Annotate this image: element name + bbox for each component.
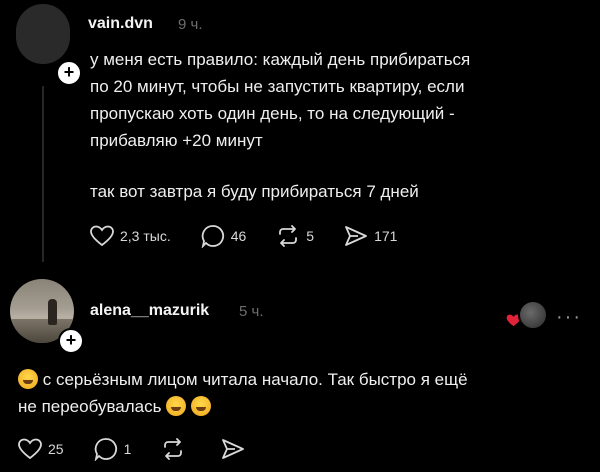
comment-count: 1 [123, 441, 132, 457]
post-text-line: по 20 минут, чтобы не запустить квартиру… [90, 77, 465, 96]
heart-icon [18, 438, 42, 460]
repost-count: 5 [306, 228, 315, 244]
share-count: 171 [374, 228, 398, 244]
liked-by-avatar[interactable] [518, 300, 548, 330]
avatar-figure [48, 299, 57, 325]
timestamp: 9 ч. [178, 16, 203, 33]
comment-text: с серьёзным лицом читала начало. Так быс… [18, 366, 468, 420]
post-text-followup: так вот завтра я буду прибираться 7 дней [90, 182, 419, 201]
comment-text-line: с серьёзным лицом читала начало. Так быс… [42, 370, 468, 389]
rofl-emoji-icon [166, 396, 187, 416]
comment-icon [94, 438, 117, 461]
follow-plus-icon[interactable]: + [56, 60, 82, 86]
comment-actions: 25 1 [18, 437, 281, 461]
like-count: 2,3 тыс. [120, 228, 171, 244]
post-text-line: пропускаю хоть один день, то на следующи… [90, 104, 455, 123]
like-button[interactable]: 2,3 тыс. [90, 225, 171, 247]
like-button[interactable]: 25 [18, 438, 64, 460]
more-options-icon[interactable]: ··· [556, 306, 582, 329]
username[interactable]: vain.dvn [88, 15, 153, 33]
post-text: у меня есть правило: каждый день прибира… [90, 46, 470, 154]
repost-icon [164, 438, 183, 460]
comment-button[interactable]: 1 [94, 437, 132, 461]
thread-line [42, 86, 44, 262]
repost-button[interactable] [161, 438, 191, 460]
send-icon [345, 226, 367, 246]
laughing-emoji-icon [18, 369, 38, 389]
timestamp: 5 ч. [239, 303, 264, 320]
comment-text-line: не переобувалась [18, 397, 162, 416]
share-button[interactable] [221, 438, 251, 460]
follow-plus-icon[interactable]: + [58, 328, 84, 354]
comment-button[interactable]: 46 [201, 224, 247, 248]
post-text-line: у меня есть правило: каждый день прибира… [90, 50, 471, 69]
like-count: 25 [48, 441, 64, 457]
repost-icon [279, 225, 298, 247]
send-icon [222, 439, 245, 459]
comment-count: 46 [230, 228, 247, 244]
post-text-line: прибавляю +20 минут [90, 131, 263, 150]
post-actions: 2,3 тыс. 46 5 171 [90, 224, 427, 248]
share-button[interactable]: 171 [344, 225, 397, 247]
repost-button[interactable]: 5 [276, 225, 314, 247]
avatar[interactable] [16, 4, 70, 64]
username[interactable]: alena__mazurik [90, 302, 209, 320]
rofl-emoji-icon [190, 396, 211, 416]
comment-icon [201, 225, 224, 248]
heart-icon [90, 225, 114, 247]
